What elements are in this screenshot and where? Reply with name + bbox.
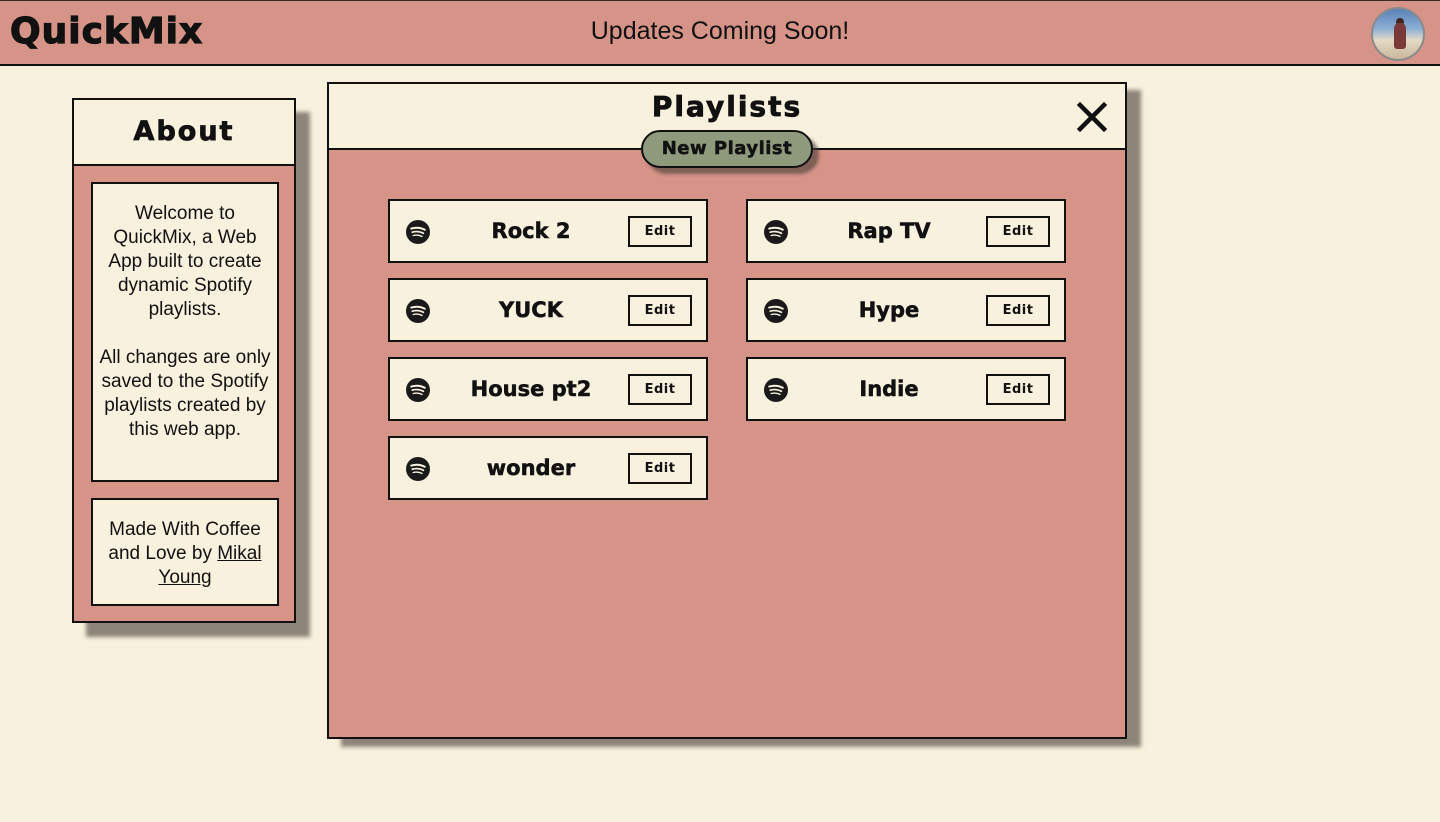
new-playlist-button[interactable]: New Playlist xyxy=(641,130,813,168)
playlist-card[interactable]: Rap TV Edit xyxy=(746,199,1066,263)
avatar-body xyxy=(1394,23,1406,49)
changes-text: All changes are only saved to the Spotif… xyxy=(99,347,271,440)
playlist-card[interactable]: wonder Edit xyxy=(388,436,708,500)
playlist-name: wonder xyxy=(486,456,576,481)
spotify-icon xyxy=(764,378,788,402)
about-title: About xyxy=(74,100,294,166)
playlist-name: YUCK xyxy=(499,298,563,323)
top-header: QuickMix Updates Coming Soon! xyxy=(0,0,1440,66)
welcome-text: Welcome to QuickMix, a Web App built to … xyxy=(108,203,262,320)
header-message: Updates Coming Soon! xyxy=(590,17,850,45)
playlist-card[interactable]: Rock 2 Edit xyxy=(388,199,708,263)
playlist-card[interactable]: Indie Edit xyxy=(746,357,1066,421)
edit-playlist-button[interactable]: Edit xyxy=(986,216,1050,247)
about-welcome-box: Welcome to QuickMix, a Web App built to … xyxy=(91,182,279,482)
playlist-card[interactable]: YUCK Edit xyxy=(388,278,708,342)
spotify-icon xyxy=(406,299,430,323)
about-panel: About Welcome to QuickMix, a Web App bui… xyxy=(72,98,296,623)
spotify-icon xyxy=(406,220,430,244)
playlist-card[interactable]: Hype Edit xyxy=(746,278,1066,342)
spotify-icon xyxy=(764,220,788,244)
edit-playlist-button[interactable]: Edit xyxy=(628,453,692,484)
credits-box: Made With Coffee and Love by Mikal Young xyxy=(91,498,279,606)
playlist-name: House pt2 xyxy=(470,377,592,402)
playlist-name: Rap TV xyxy=(847,219,931,244)
playlists-panel: Playlists New Playlist Rock 2 Edit Rap TV E… xyxy=(327,82,1127,739)
playlist-name: Rock 2 xyxy=(491,219,571,244)
playlist-name: Indie xyxy=(859,377,919,402)
playlist-card[interactable]: House pt2 Edit xyxy=(388,357,708,421)
spotify-icon xyxy=(764,299,788,323)
spotify-icon xyxy=(406,378,430,402)
edit-playlist-button[interactable]: Edit xyxy=(986,374,1050,405)
close-icon[interactable] xyxy=(1073,98,1111,136)
edit-playlist-button[interactable]: Edit xyxy=(986,295,1050,326)
edit-playlist-button[interactable]: Edit xyxy=(628,374,692,405)
edit-playlist-button[interactable]: Edit xyxy=(628,295,692,326)
spotify-icon xyxy=(406,457,430,481)
playlist-name: Hype xyxy=(858,298,920,323)
playlists-title: Playlists xyxy=(651,90,803,124)
user-avatar-icon[interactable] xyxy=(1371,7,1425,61)
edit-playlist-button[interactable]: Edit xyxy=(628,216,692,247)
